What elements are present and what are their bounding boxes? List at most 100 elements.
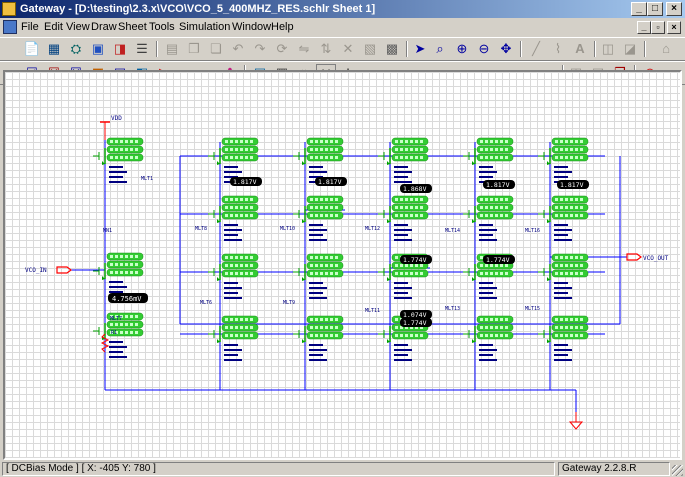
- transistor-22[interactable]: [538, 315, 589, 361]
- mdi-minimize-button[interactable]: _: [637, 21, 651, 34]
- resize-grip-icon[interactable]: [672, 465, 683, 476]
- output-port-label: VCO_OUT: [643, 255, 669, 262]
- zoom-area-icon[interactable]: ⌕: [430, 40, 450, 58]
- resistor-label: R1: [111, 330, 117, 336]
- document-icon[interactable]: [3, 20, 17, 34]
- zoom-in-icon[interactable]: ⊕: [452, 40, 472, 58]
- probe-tag-3[interactable]: 1.817V: [483, 180, 515, 189]
- probe-value-4: 1.817V: [560, 181, 584, 189]
- help-icon[interactable]: ⌂: [656, 40, 676, 58]
- stage-label-2: MLT10: [280, 226, 295, 232]
- close-button[interactable]: ×: [666, 2, 682, 16]
- transistor-11[interactable]: [378, 137, 429, 183]
- probe-tag-6[interactable]: 1.774V: [483, 255, 515, 264]
- probe-value-3: 1.817V: [486, 181, 510, 189]
- title-bar: Gateway - [D:\testing\2.3.x\VCO\VCO_5_40…: [0, 0, 685, 18]
- stage-label-7: MLT6: [200, 300, 212, 306]
- print-icon[interactable]: ☰: [132, 40, 152, 58]
- bus-icon[interactable]: ⌇: [548, 40, 568, 58]
- status-version: Gateway 2.2.8.R: [558, 462, 670, 476]
- copy-icon[interactable]: ❐: [184, 40, 204, 58]
- menu-tools[interactable]: Tools: [149, 21, 175, 33]
- stage-label-8: MLT9: [283, 300, 295, 306]
- menu-draw[interactable]: Draw: [91, 21, 117, 33]
- input-port[interactable]: VCO_IN: [25, 266, 72, 274]
- probe-tag-8[interactable]: 1.774V: [400, 318, 432, 327]
- open-icon[interactable]: ▦: [44, 40, 64, 58]
- bias-probe[interactable]: 4.756mV: [108, 293, 148, 303]
- tool-b-icon[interactable]: ◪: [620, 40, 640, 58]
- probe-tag-0[interactable]: 1.817V: [230, 177, 262, 186]
- mirror-icon[interactable]: ⇋: [294, 40, 314, 58]
- probe-value-8: 1.774V: [403, 319, 427, 327]
- redo-icon[interactable]: ↷: [250, 40, 270, 58]
- tool-a-icon[interactable]: ◫: [598, 40, 618, 58]
- transistor-18[interactable]: [463, 315, 514, 361]
- properties-icon[interactable]: ▧: [360, 40, 380, 58]
- status-bar: [ DCBias Mode ] [ X: -405 Y: 780 ] Gatew…: [0, 461, 685, 477]
- mdi-close-button[interactable]: ×: [667, 21, 681, 34]
- transistor-19[interactable]: [538, 137, 589, 183]
- input-port-label: VCO_IN: [25, 267, 47, 274]
- flip-icon[interactable]: ⇅: [316, 40, 336, 58]
- maximize-button[interactable]: □: [647, 2, 663, 16]
- transistor-21[interactable]: [538, 253, 589, 299]
- transistor-20[interactable]: [538, 195, 589, 241]
- transistor-12[interactable]: [378, 195, 429, 241]
- transistor-3[interactable]: [208, 137, 259, 183]
- stage-label-5: MLT16: [525, 228, 540, 234]
- main-toolbar: 📄 ▦ ⛭ ▣ ◨ ☰ ▤ ❐ ❏ ↶ ↷ ⟳ ⇋ ⇅ ✕ ▧ ▩ ➤ ⌕ ⊕ …: [0, 37, 685, 61]
- transistor-5[interactable]: [208, 253, 259, 299]
- app-icon[interactable]: [2, 2, 16, 16]
- probe-tag-5[interactable]: 1.774V: [400, 255, 432, 264]
- import-icon[interactable]: ◨: [110, 40, 130, 58]
- probe-value-0: 1.817V: [233, 178, 257, 186]
- new-icon[interactable]: 📄: [22, 40, 42, 58]
- transistor-4[interactable]: [208, 195, 259, 241]
- cut-icon[interactable]: ▤: [162, 40, 182, 58]
- transistor-9[interactable]: [293, 253, 344, 299]
- stage-label-11: MLT15: [525, 306, 540, 312]
- probe-value-6: 1.774V: [486, 256, 510, 264]
- probe-tag-2[interactable]: 1.868V: [400, 184, 432, 193]
- transistor-6[interactable]: [208, 315, 259, 361]
- save-icon[interactable]: ▣: [88, 40, 108, 58]
- probe-value-2: 1.868V: [403, 185, 427, 193]
- transistor-16[interactable]: [463, 195, 514, 241]
- text-icon[interactable]: A: [570, 40, 590, 58]
- zoom-fit-icon[interactable]: ✥: [496, 40, 516, 58]
- pointer-icon[interactable]: ➤: [410, 40, 430, 58]
- transistor-10[interactable]: [293, 315, 344, 361]
- transistor-0[interactable]: [93, 137, 144, 183]
- menu-simulation[interactable]: Simulation: [179, 21, 230, 33]
- minimize-button[interactable]: _: [631, 2, 647, 16]
- probe-tag-7[interactable]: 1.074V: [400, 310, 432, 319]
- menu-window[interactable]: Window: [232, 21, 271, 33]
- menu-edit[interactable]: Edit: [44, 21, 63, 33]
- menu-help[interactable]: Help: [271, 21, 294, 33]
- probe-tag-4[interactable]: 1.817V: [557, 180, 589, 189]
- wire-icon[interactable]: ╱: [526, 40, 546, 58]
- zoom-out-icon[interactable]: ⊖: [474, 40, 494, 58]
- grid-icon[interactable]: ▩: [382, 40, 402, 58]
- ground-symbol[interactable]: [568, 412, 584, 430]
- transistor-7[interactable]: [293, 137, 344, 183]
- transistor-8[interactable]: [293, 195, 344, 241]
- undo-icon[interactable]: ↶: [228, 40, 248, 58]
- menu-file[interactable]: File: [21, 21, 39, 33]
- delete-icon[interactable]: ✕: [338, 40, 358, 58]
- library-icon[interactable]: ⛭: [66, 40, 86, 58]
- menu-view[interactable]: View: [66, 21, 90, 33]
- menu-sheet[interactable]: Sheet: [118, 21, 147, 33]
- transistor-15[interactable]: [463, 137, 514, 183]
- schematic-canvas[interactable]: VDD VCO_IN VCO_OUT R1 MN1 4.756mV MLT1 ML…: [3, 70, 682, 460]
- probe-value-1: 1.817V: [318, 178, 342, 186]
- paste-icon[interactable]: ❏: [206, 40, 226, 58]
- vdd-symbol[interactable]: VDD: [100, 115, 122, 140]
- output-port[interactable]: VCO_OUT: [626, 253, 669, 262]
- mdi-restore-button[interactable]: ▫: [651, 21, 665, 34]
- rotate-icon[interactable]: ⟳: [272, 40, 292, 58]
- transistor-1[interactable]: [93, 252, 144, 298]
- probe-tag-1[interactable]: 1.817V: [315, 177, 347, 186]
- menu-bar: File Edit View Draw Sheet Tools Simulati…: [0, 18, 685, 37]
